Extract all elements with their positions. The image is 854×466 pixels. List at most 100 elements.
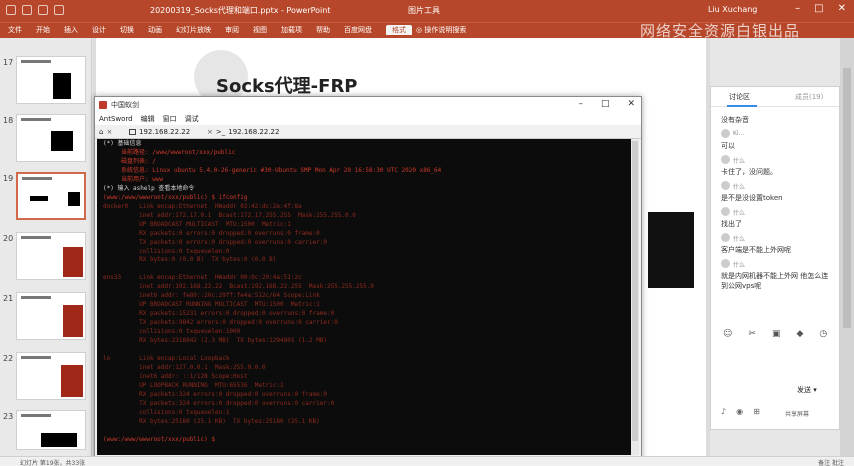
- ribbon-tab-view[interactable]: 视图: [253, 25, 267, 35]
- slide-thumbnail[interactable]: [16, 410, 86, 450]
- ribbon-tab-review[interactable]: 审阅: [225, 25, 239, 35]
- slide-number: 21: [3, 294, 14, 303]
- terminal-line: collisions:0 txqueuelen:0: [103, 247, 230, 255]
- present-icon[interactable]: [54, 5, 64, 15]
- thumb-image: [63, 247, 83, 277]
- slide-thumbnail[interactable]: [16, 114, 86, 162]
- redo-icon[interactable]: [38, 5, 48, 15]
- image-icon[interactable]: ▣: [772, 329, 781, 339]
- terminal-line: collisions:0 txqueuelen:1: [103, 408, 230, 416]
- ribbon-tab-design[interactable]: 设计: [92, 25, 106, 35]
- history-icon[interactable]: ◷: [819, 329, 827, 339]
- minimize-icon[interactable]: –: [578, 99, 583, 109]
- chat-message: 没有杂音: [721, 116, 749, 124]
- avatar[interactable]: [721, 129, 730, 138]
- terminal-line: 系统信息: Linux ubuntu 5.4.0-26-generic #30-…: [103, 166, 442, 174]
- status-right[interactable]: 备注 批注: [818, 458, 844, 466]
- user-name: Liu Xuchang: [708, 5, 758, 14]
- terminal-line: (www:/www/wwwroot/xxx/public) $ ifconfig: [103, 193, 248, 201]
- ribbon-tab-animations[interactable]: 动画: [148, 25, 162, 35]
- tab-members[interactable]: 成员(19): [795, 92, 823, 102]
- scissors-icon[interactable]: ✂: [748, 329, 756, 339]
- slide-thumbnail[interactable]: [16, 232, 86, 280]
- ribbon-tab-addins[interactable]: 加载项: [281, 25, 302, 35]
- maximize-icon[interactable]: □: [814, 3, 823, 14]
- ribbon-tab-home[interactable]: 开始: [36, 25, 50, 35]
- discussion-panel: 讨论区 成员(19) 没有杂音 Ki... 可以 什么 卡住了，没问题。 什么 是不是没设置…: [710, 86, 840, 430]
- avatar[interactable]: [721, 259, 730, 268]
- close-icon[interactable]: ✕: [627, 99, 635, 109]
- menu-window[interactable]: 窗口: [163, 114, 177, 124]
- ribbon-tab-baidu[interactable]: 百度网盘: [344, 25, 372, 35]
- save-icon[interactable]: [6, 5, 16, 15]
- slide-number: 18: [3, 116, 14, 125]
- terminal-line: (*) 输入 ashelp 查看本地命令: [103, 184, 195, 192]
- slide-thumbnail-selected[interactable]: [16, 172, 86, 220]
- gift-icon[interactable]: ◆: [796, 329, 803, 339]
- thumb-title-bar: [21, 356, 51, 359]
- tab-address: 192.168.22.22: [228, 128, 280, 136]
- antsword-titlebar[interactable]: 中国蚁剑 – □ ✕: [95, 97, 641, 113]
- watermark: 网络安全资源白银出品: [640, 22, 801, 40]
- close-icon[interactable]: ✕: [838, 3, 846, 14]
- slide-image-fragment[interactable]: [648, 212, 694, 288]
- terminal-line: UP BROADCAST RUNNING MULTICAST MTU:1500 …: [103, 301, 320, 309]
- tell-me-search[interactable]: ◎ 操作说明搜索: [416, 25, 466, 35]
- camera-icon[interactable]: ◉: [736, 407, 743, 416]
- thumb-image: [68, 192, 80, 206]
- antsword-tabbar: ⌂ × 192.168.22.22 × >_ 192.168.22.22: [95, 125, 641, 139]
- terminal-line: collisions:0 txqueuelen:1000: [103, 328, 241, 336]
- scrollbar-thumb[interactable]: [843, 68, 851, 328]
- maximize-icon[interactable]: □: [601, 99, 610, 109]
- scrollbar-thumb[interactable]: [632, 141, 638, 441]
- ribbon-tab-slideshow[interactable]: 幻灯片放映: [176, 25, 211, 35]
- send-button[interactable]: 发送 ▾: [797, 385, 817, 395]
- terminal-output[interactable]: (*) 基础信息 当前路径: /www/wwwroot/xxx/public 磁…: [97, 139, 633, 455]
- terminal-line: (www:/www/wwwroot/xxx/public) $: [103, 435, 215, 443]
- slide-thumbnail[interactable]: [16, 292, 86, 340]
- slide-number: 20: [3, 234, 14, 243]
- menu-antsword[interactable]: AntSword: [99, 115, 133, 123]
- avatar[interactable]: [721, 207, 730, 216]
- slide-thumbnail-pane[interactable]: 17 18 19 20 21 22 23: [0, 38, 92, 456]
- slide-title[interactable]: Socks代理-FRP: [216, 72, 358, 98]
- terminal-line: lo Link encap:Local Loopback: [103, 355, 230, 363]
- tab-terminal[interactable]: × >_ 192.168.22.22: [207, 126, 279, 138]
- avatar[interactable]: [721, 155, 730, 164]
- chat-message: 客户端是不能上外网呢: [721, 246, 791, 254]
- thumb-image: [41, 433, 77, 447]
- tab-discussion[interactable]: 讨论区: [729, 92, 750, 102]
- close-icon[interactable]: ×: [106, 128, 112, 136]
- avatar[interactable]: [721, 181, 730, 190]
- thumb-title-bar: [21, 296, 51, 299]
- terminal-scrollbar[interactable]: [631, 139, 639, 455]
- ribbon-tab-help[interactable]: 帮助: [316, 25, 330, 35]
- sender-name: 什么: [733, 236, 746, 243]
- emoji-icon[interactable]: ☺: [723, 329, 732, 339]
- avatar[interactable]: [721, 233, 730, 242]
- share-icon[interactable]: ⊞: [753, 407, 760, 416]
- chat-message: 可以: [721, 142, 735, 150]
- menu-debug[interactable]: 调试: [185, 114, 199, 124]
- undo-icon[interactable]: [22, 5, 32, 15]
- close-icon[interactable]: ×: [207, 128, 213, 136]
- mic-icon[interactable]: ♪: [721, 407, 726, 416]
- menu-edit[interactable]: 编辑: [141, 114, 155, 124]
- antsword-window[interactable]: 中国蚁剑 – □ ✕ AntSword 编辑 窗口 调试 ⌂ × 192.168…: [94, 96, 642, 460]
- ribbon-tab-transitions[interactable]: 切换: [120, 25, 134, 35]
- slide-thumbnail[interactable]: [16, 352, 86, 400]
- quick-access-toolbar: [6, 5, 64, 15]
- ribbon-tab-file[interactable]: 文件: [8, 25, 22, 35]
- tab-home[interactable]: ⌂ ×: [99, 126, 112, 138]
- ribbon-tab-insert[interactable]: 插入: [64, 25, 78, 35]
- ribbon-tab-format[interactable]: 格式: [386, 25, 412, 35]
- terminal-line: 当前用户: www: [103, 175, 164, 183]
- slide-thumbnail[interactable]: [16, 56, 86, 104]
- right-scroll-strip: [840, 38, 854, 456]
- terminal-line: inet addr:192.168.22.22 Bcast:192.168.22…: [103, 283, 374, 291]
- terminal-line: docker0 Link encap:Ethernet HWaddr 02:42…: [103, 202, 302, 210]
- tab-filemanager[interactable]: 192.168.22.22: [129, 126, 190, 138]
- minimize-icon[interactable]: –: [795, 3, 800, 14]
- sender-name: Ki...: [733, 130, 745, 137]
- antsword-menubar: AntSword 编辑 窗口 调试: [95, 113, 641, 125]
